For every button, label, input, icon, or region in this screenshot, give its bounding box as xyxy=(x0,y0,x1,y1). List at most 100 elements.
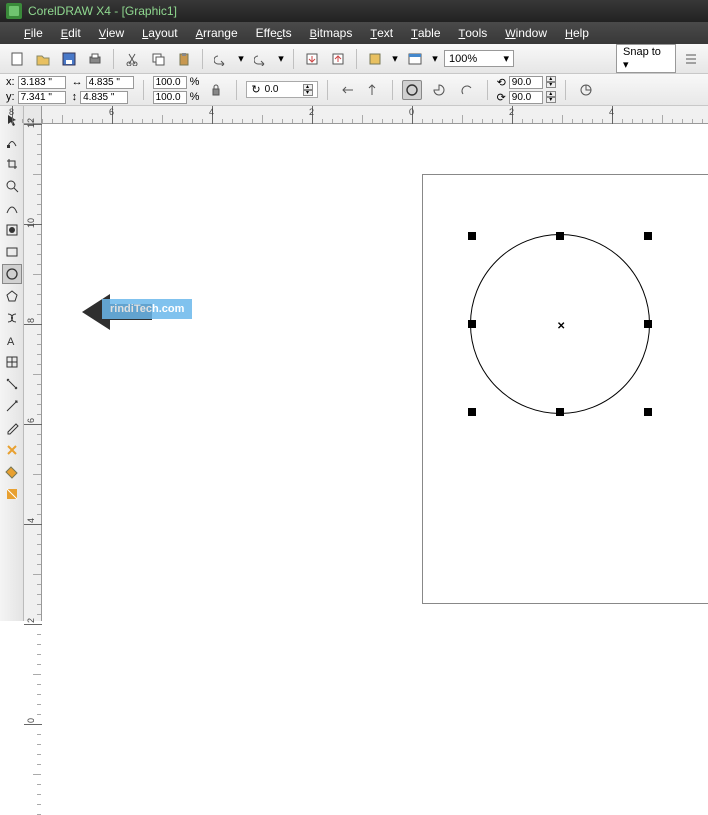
interactive-fill-tool[interactable] xyxy=(2,484,22,504)
angle2-input[interactable] xyxy=(509,91,543,104)
handle-s[interactable] xyxy=(556,408,564,416)
new-button[interactable] xyxy=(6,48,28,70)
handle-n[interactable] xyxy=(556,232,564,240)
angle1-spinner[interactable]: ▴▾ xyxy=(546,76,556,88)
interactive-tool[interactable] xyxy=(2,396,22,416)
separator xyxy=(236,80,237,100)
watermark-label: rindiTech.com xyxy=(102,299,192,319)
menu-text[interactable]: Text xyxy=(370,26,393,40)
redo-dropdown[interactable]: ▾ xyxy=(276,48,286,70)
position-group: x: y: xyxy=(6,76,66,104)
menu-help[interactable]: Help xyxy=(565,26,589,40)
fill-tool[interactable] xyxy=(2,462,22,482)
menu-arrange[interactable]: Arrange xyxy=(196,26,238,40)
menu-table[interactable]: Table xyxy=(411,26,440,40)
menubar: File Edit View Layout Arrange Effects Bi… xyxy=(0,22,708,44)
handle-se[interactable] xyxy=(644,408,652,416)
options-button[interactable] xyxy=(680,48,702,70)
paste-button[interactable] xyxy=(173,48,195,70)
polygon-tool[interactable] xyxy=(2,286,22,306)
zoom-tool[interactable] xyxy=(2,176,22,196)
menu-tools[interactable]: Tools xyxy=(459,26,488,40)
separator xyxy=(487,80,488,100)
outline-tool[interactable] xyxy=(2,440,22,460)
menu-window[interactable]: Window xyxy=(505,26,547,40)
titlebar: CorelDRAW X4 - [Graphic1] xyxy=(0,0,708,22)
rotation-group: ↻ ▴▾ xyxy=(246,81,317,98)
mirror-h-button[interactable] xyxy=(337,79,359,101)
undo-dropdown[interactable]: ▾ xyxy=(236,48,246,70)
handle-nw[interactable] xyxy=(468,232,476,240)
zoom-value: 100% xyxy=(449,53,477,65)
center-marker[interactable]: ✕ xyxy=(557,321,565,332)
pct-label: % xyxy=(190,76,200,88)
handle-e[interactable] xyxy=(644,320,652,328)
scale-group: % % xyxy=(153,76,200,104)
ellipse-mode-button[interactable] xyxy=(402,80,422,100)
mirror-v-button[interactable] xyxy=(361,79,383,101)
freehand-tool[interactable] xyxy=(2,198,22,218)
angle-group: ⟲ ▴▾ ⟳ ▴▾ xyxy=(497,76,556,104)
rotation-spinner[interactable]: ▴▾ xyxy=(303,84,313,96)
eyedropper-tool[interactable] xyxy=(2,418,22,438)
basic-shapes-tool[interactable] xyxy=(2,308,22,328)
toolbox: A xyxy=(0,106,24,621)
width-input[interactable] xyxy=(86,76,134,89)
handle-ne[interactable] xyxy=(644,232,652,240)
welcome-button[interactable] xyxy=(404,48,426,70)
ellipse-tool[interactable] xyxy=(2,264,22,284)
arc-mode-button[interactable] xyxy=(456,79,478,101)
app-icon xyxy=(6,3,22,19)
rotation-input[interactable] xyxy=(265,84,299,95)
angle-icon: ⟳ xyxy=(497,91,506,104)
menu-file[interactable]: File xyxy=(24,26,43,40)
cut-button[interactable] xyxy=(121,48,143,70)
scale-x-input[interactable] xyxy=(153,76,187,89)
separator xyxy=(356,49,357,69)
y-input[interactable] xyxy=(18,91,66,104)
snapto-combo[interactable]: Snap to ▾ xyxy=(616,44,676,73)
vertical-ruler[interactable]: 121086420 xyxy=(24,124,42,621)
handle-w[interactable] xyxy=(468,320,476,328)
angle2-spinner[interactable]: ▴▾ xyxy=(546,91,556,103)
import-button[interactable] xyxy=(301,48,323,70)
save-button[interactable] xyxy=(58,48,80,70)
separator xyxy=(113,49,114,69)
welcome-dropdown[interactable]: ▾ xyxy=(430,48,440,70)
separator xyxy=(565,80,566,100)
x-input[interactable] xyxy=(18,76,66,89)
table-tool[interactable] xyxy=(2,352,22,372)
zoom-combo[interactable]: 100%▾ xyxy=(444,50,514,67)
smart-fill-tool[interactable] xyxy=(2,220,22,240)
crop-tool[interactable] xyxy=(2,154,22,174)
dimension-tool[interactable] xyxy=(2,374,22,394)
separator xyxy=(293,49,294,69)
shape-tool[interactable] xyxy=(2,132,22,152)
menu-edit[interactable]: Edit xyxy=(61,26,81,40)
menu-view[interactable]: View xyxy=(99,26,124,40)
handle-sw[interactable] xyxy=(468,408,476,416)
direction-button[interactable] xyxy=(575,79,597,101)
undo-button[interactable] xyxy=(210,48,232,70)
angle1-input[interactable] xyxy=(509,76,543,89)
app-launcher-dropdown[interactable]: ▾ xyxy=(390,48,400,70)
copy-button[interactable] xyxy=(147,48,169,70)
height-input[interactable] xyxy=(80,91,128,104)
text-tool[interactable]: A xyxy=(2,330,22,350)
app-launcher-button[interactable] xyxy=(364,48,386,70)
pie-mode-button[interactable] xyxy=(428,79,450,101)
canvas[interactable]: ✕ rindiTech.com xyxy=(42,124,708,621)
print-button[interactable] xyxy=(84,48,106,70)
export-button[interactable] xyxy=(327,48,349,70)
lock-ratio-button[interactable] xyxy=(205,79,227,101)
open-button[interactable] xyxy=(32,48,54,70)
svg-text:A: A xyxy=(7,336,15,347)
angle-icon: ⟲ xyxy=(497,76,506,89)
horizontal-ruler[interactable]: 864202468 xyxy=(42,106,708,124)
redo-button[interactable] xyxy=(250,48,272,70)
rectangle-tool[interactable] xyxy=(2,242,22,262)
scale-y-input[interactable] xyxy=(153,91,187,104)
menu-layout[interactable]: Layout xyxy=(142,26,177,40)
menu-bitmaps[interactable]: Bitmaps xyxy=(310,26,353,40)
menu-effects[interactable]: Effects xyxy=(256,26,292,40)
